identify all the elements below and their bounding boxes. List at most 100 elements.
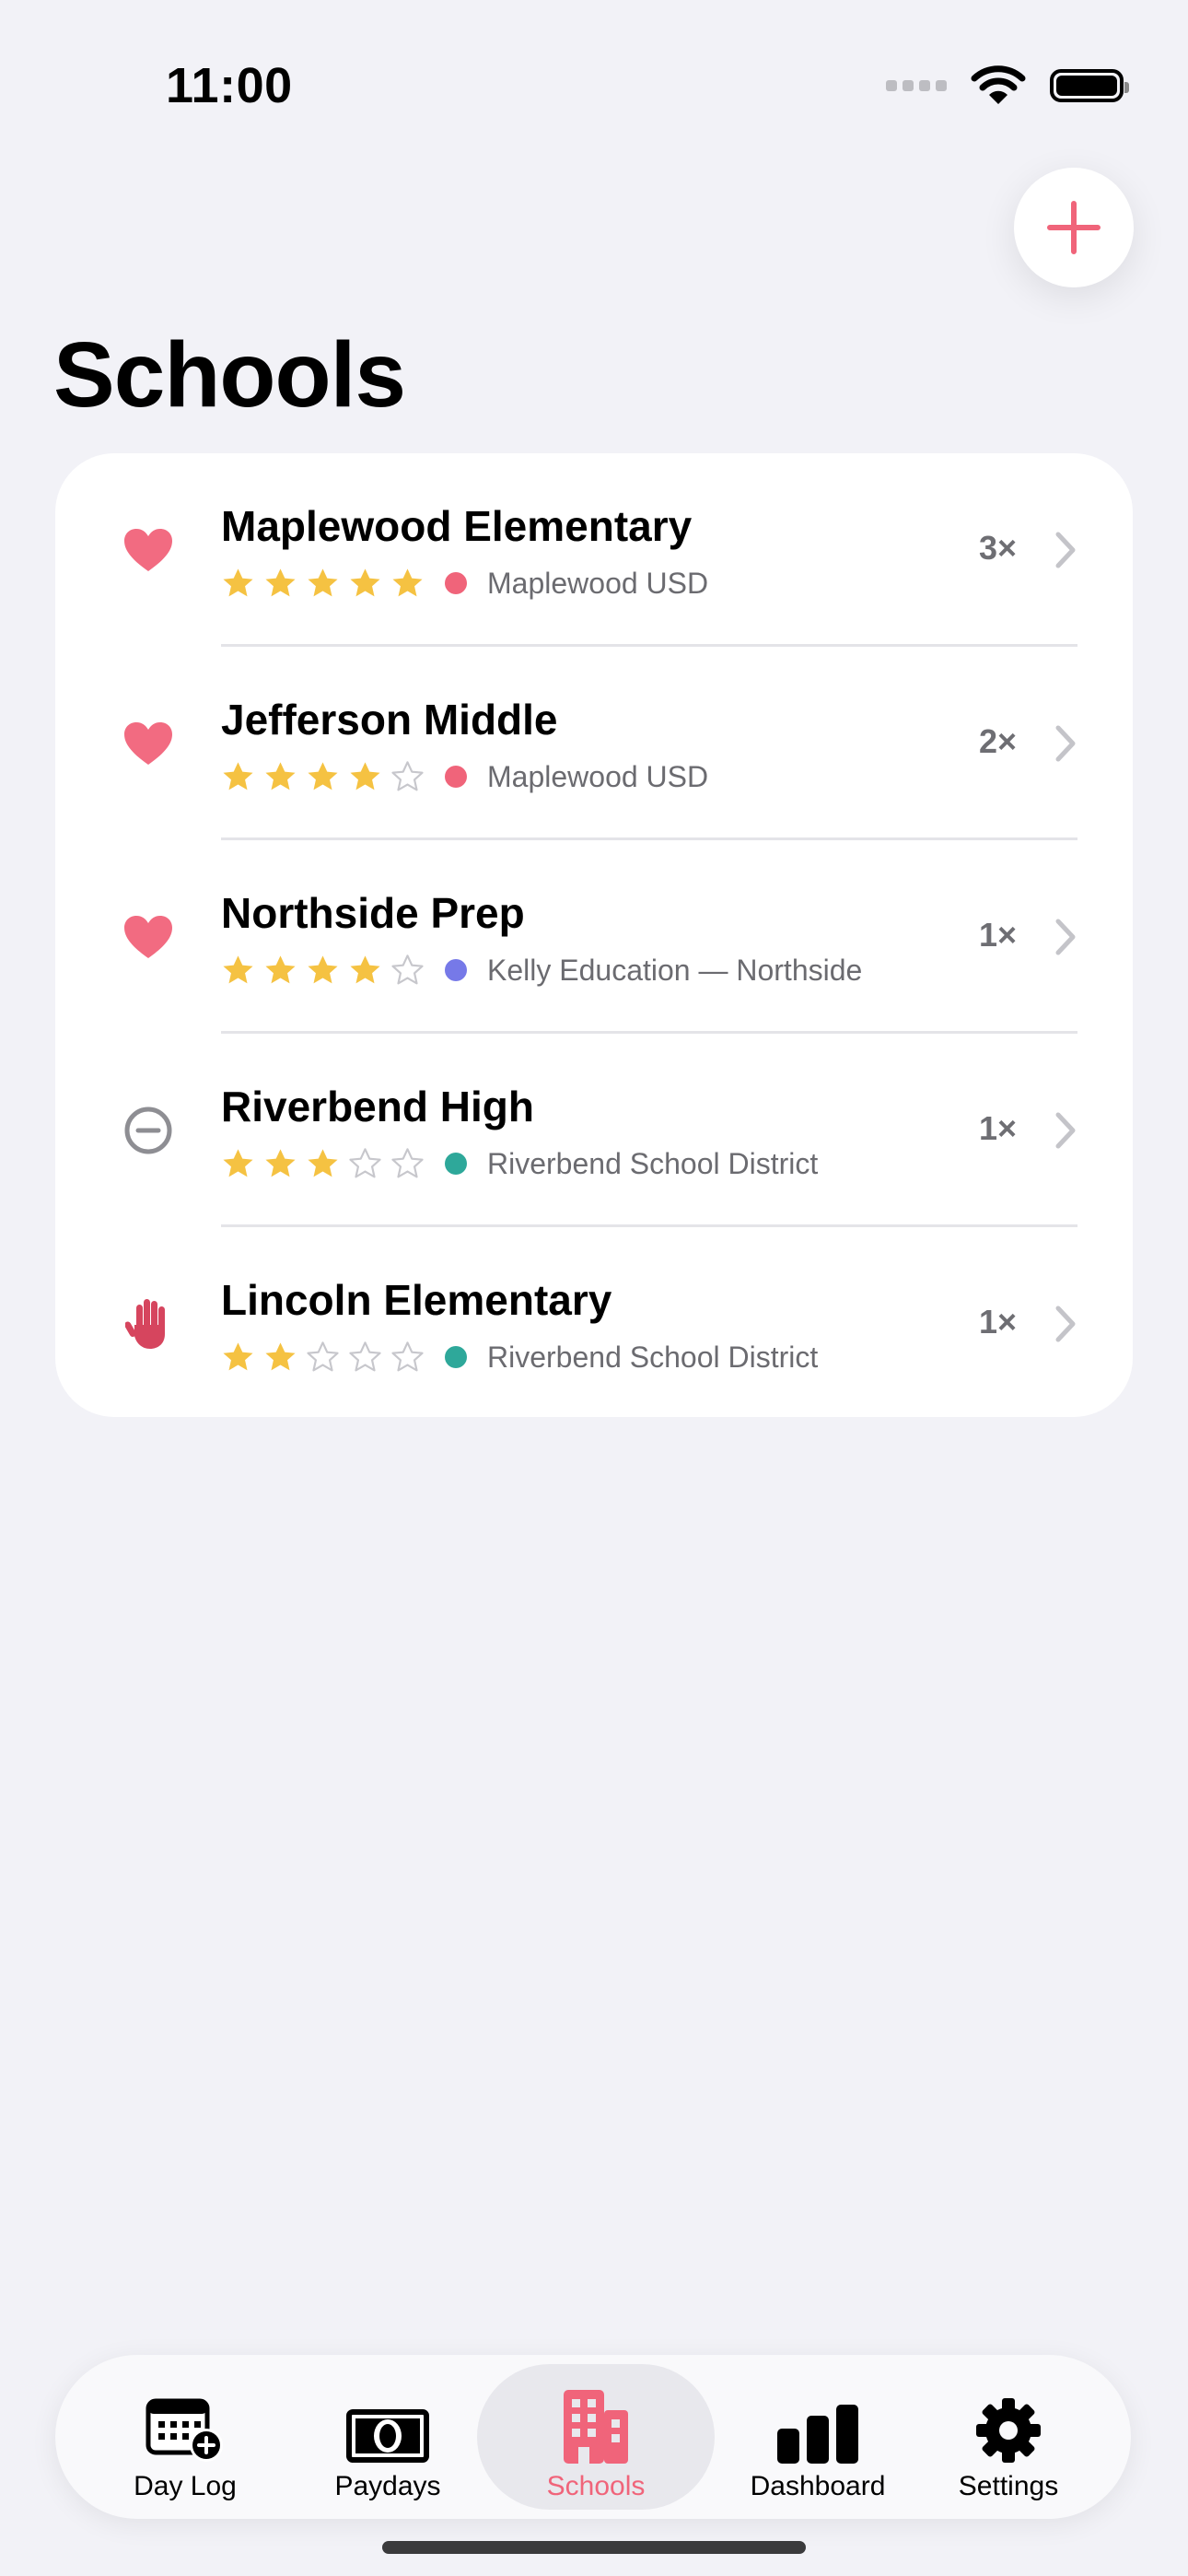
school-name: Maplewood Elementary: [221, 502, 693, 550]
star-empty-icon: [391, 760, 424, 790]
district-color-dot: [445, 1153, 467, 1175]
star-empty-icon: [349, 1341, 381, 1371]
visit-count: 3×: [978, 529, 1017, 567]
tab-schools[interactable]: Schools: [477, 2355, 715, 2519]
school-status: [122, 1297, 175, 1351]
tab-label: Day Log: [134, 2471, 237, 2501]
district-color-dot: [445, 766, 467, 788]
chevron-right-icon: [1054, 1305, 1077, 1348]
district-name: Riverbend School District: [487, 1340, 819, 1374]
tab-bar: Day Log Paydays Schools Dashboard Settin…: [55, 2355, 1131, 2519]
star-filled-icon: [350, 761, 380, 790]
tab-dashboard[interactable]: Dashboard: [716, 2355, 919, 2519]
gear-icon: [976, 2398, 1041, 2463]
tab-settings[interactable]: Settings: [930, 2355, 1087, 2519]
star-filled-icon: [308, 761, 338, 790]
chevron-right-icon: [1054, 918, 1077, 961]
star-empty-icon: [391, 1147, 424, 1177]
chevron-right-icon: [1054, 1111, 1077, 1154]
visit-count: 1×: [978, 1303, 1017, 1341]
school-row[interactable]: Lincoln Elementary Riverbend School Distr…: [55, 1227, 1133, 1417]
tab-day-log[interactable]: Day Log: [107, 2355, 263, 2519]
star-rating: [221, 760, 425, 794]
school-row[interactable]: Maplewood Elementary Maplewood USD 3×: [55, 453, 1133, 647]
school-row[interactable]: Northside Prep Kelly Education — Northsid…: [55, 840, 1133, 1034]
school-meta: Riverbend School District: [221, 1142, 818, 1185]
minus-circle-icon: [124, 1107, 172, 1154]
star-rating: [221, 1341, 425, 1375]
star-filled-icon: [223, 954, 253, 983]
star-filled-icon: [308, 1148, 338, 1177]
home-indicator: [382, 2541, 806, 2554]
star-rating: [221, 567, 425, 601]
star-filled-icon: [265, 761, 296, 790]
district-color-dot: [445, 1346, 467, 1368]
tab-label: Schools: [546, 2471, 646, 2501]
schools-list: Maplewood Elementary Maplewood USD 3× Jeffe…: [55, 453, 1133, 1417]
star-filled-icon: [308, 568, 338, 596]
battery-icon: [1050, 69, 1129, 102]
district-name: Maplewood USD: [487, 566, 709, 600]
school-meta: Maplewood USD: [221, 562, 708, 604]
district-name: Maplewood USD: [487, 759, 709, 793]
star-filled-icon: [265, 1148, 296, 1177]
district-name: Riverbend School District: [487, 1146, 819, 1180]
school-status: [122, 1104, 175, 1157]
chevron-right-icon: [1054, 531, 1077, 574]
star-filled-icon: [265, 568, 296, 596]
heart-icon: [124, 722, 172, 765]
tab-label: Dashboard: [750, 2471, 886, 2501]
school-status: [122, 717, 175, 770]
school-name: Northside Prep: [221, 889, 525, 937]
district-color-dot: [445, 959, 467, 981]
hand-raised-icon: [125, 1299, 165, 1349]
school-row[interactable]: Riverbend High Riverbend School District 1…: [55, 1034, 1133, 1227]
star-filled-icon: [265, 954, 296, 983]
star-rating: [221, 954, 425, 988]
plus-icon: [1047, 201, 1101, 254]
star-filled-icon: [223, 761, 253, 790]
wifi-icon: [971, 65, 1026, 104]
visit-count: 1×: [978, 1109, 1017, 1147]
heart-icon: [124, 916, 172, 958]
bar-chart-icon: [777, 2405, 858, 2464]
star-rating: [221, 1147, 425, 1181]
cellular-icon: [886, 80, 947, 91]
page-title: Schools: [53, 323, 406, 427]
star-filled-icon: [350, 568, 380, 596]
chevron-right-icon: [1054, 724, 1077, 767]
visit-count: 1×: [978, 916, 1017, 954]
tab-label: Paydays: [334, 2471, 441, 2501]
school-name: Lincoln Elementary: [221, 1276, 612, 1324]
heart-icon: [124, 529, 172, 571]
star-filled-icon: [223, 568, 253, 596]
status-icons: [886, 63, 1129, 109]
school-row[interactable]: Jefferson Middle Maplewood USD 2×: [55, 647, 1133, 840]
star-filled-icon: [350, 954, 380, 983]
building-icon: [564, 2390, 628, 2464]
status-time: 11:00: [166, 58, 293, 113]
star-empty-icon: [391, 954, 424, 984]
star-empty-icon: [349, 1147, 381, 1177]
tab-paydays[interactable]: Paydays: [309, 2355, 466, 2519]
school-meta: Kelly Education — Northside: [221, 949, 862, 991]
school-status: [122, 910, 175, 964]
star-filled-icon: [265, 1341, 296, 1370]
star-empty-icon: [307, 1341, 339, 1371]
visit-count: 2×: [978, 722, 1017, 760]
school-name: Riverbend High: [221, 1083, 534, 1130]
school-meta: Riverbend School District: [221, 1336, 818, 1378]
district-color-dot: [445, 572, 467, 594]
star-empty-icon: [391, 1341, 424, 1371]
banknote-icon: [346, 2409, 429, 2463]
tab-label: Settings: [958, 2471, 1059, 2501]
school-name: Jefferson Middle: [221, 696, 558, 744]
school-status: [122, 523, 175, 577]
calendar-add-icon: [146, 2398, 223, 2462]
star-filled-icon: [223, 1148, 253, 1177]
star-filled-icon: [392, 568, 423, 596]
star-filled-icon: [223, 1341, 253, 1370]
school-meta: Maplewood USD: [221, 755, 708, 798]
district-name: Kelly Education — Northside: [487, 953, 863, 987]
add-school-button[interactable]: [1014, 168, 1134, 287]
